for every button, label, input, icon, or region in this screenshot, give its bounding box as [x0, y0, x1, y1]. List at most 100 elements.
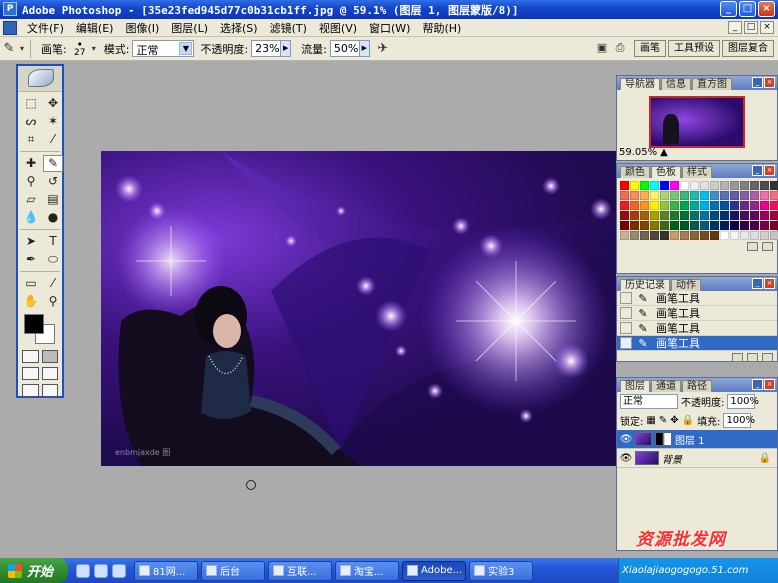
swatch-cell[interactable]	[630, 181, 639, 190]
swatch-cell[interactable]	[620, 231, 629, 240]
blur-tool-icon[interactable]: 💧	[21, 209, 41, 226]
tab-info[interactable]: 信息	[661, 78, 691, 90]
swatch-cell[interactable]	[750, 231, 759, 240]
swatch-cell[interactable]	[640, 181, 649, 190]
swatch-cell[interactable]	[640, 211, 649, 220]
panel-minimize-icon[interactable]: _	[752, 278, 763, 289]
swatch-cell[interactable]	[760, 191, 769, 200]
brush-tool-preset-icon[interactable]: ✎	[0, 40, 18, 58]
layer-opacity-field[interactable]: 100%	[727, 394, 759, 409]
swatch-cell[interactable]	[770, 191, 778, 200]
file-browser-icon[interactable]: ▣	[594, 40, 610, 56]
swatch-cell[interactable]	[770, 231, 778, 240]
eye-icon[interactable]: 👁	[619, 453, 633, 464]
swatch-cell[interactable]	[640, 201, 649, 210]
swatch-cell[interactable]	[740, 201, 749, 210]
navigator-zoom-value[interactable]: 59.05%	[619, 147, 657, 158]
swatch-cell[interactable]	[720, 211, 729, 220]
swatch-cell[interactable]	[710, 231, 719, 240]
swatch-cell[interactable]	[670, 221, 679, 230]
tab-navigator[interactable]: 导航器	[620, 78, 660, 90]
hand-tool-icon[interactable]: ✋	[21, 293, 41, 310]
close-button[interactable]: ×	[758, 1, 775, 17]
doc-close-button[interactable]: ×	[760, 21, 774, 34]
swatch-cell[interactable]	[700, 201, 709, 210]
layer-row[interactable]: 👁 图层 1	[617, 430, 777, 449]
menu-help[interactable]: 帮助(H)	[416, 20, 467, 36]
swatch-cell[interactable]	[660, 231, 669, 240]
brush-size-picker[interactable]: • 27	[70, 39, 90, 58]
taskbar-item-active[interactable]: Adobe...	[402, 560, 466, 581]
swatch-cell[interactable]	[670, 181, 679, 190]
panel-close-icon[interactable]: ×	[764, 278, 775, 289]
taskbar-item[interactable]: 互联...	[268, 560, 332, 581]
standard-mode-button[interactable]	[22, 350, 39, 363]
swatch-cell[interactable]	[740, 181, 749, 190]
swatch-cell[interactable]	[700, 211, 709, 220]
swatch-cell[interactable]	[720, 231, 729, 240]
lock-image-icon[interactable]: ✎	[659, 415, 667, 426]
menu-select[interactable]: 选择(S)	[214, 20, 264, 36]
delete-swatch-icon[interactable]	[762, 242, 773, 251]
swatch-cell[interactable]	[760, 201, 769, 210]
swatch-cell[interactable]	[750, 181, 759, 190]
swatch-cell[interactable]	[730, 181, 739, 190]
eyedropper-tool-icon[interactable]: ⁄	[43, 275, 63, 292]
swatch-cell[interactable]	[760, 221, 769, 230]
swatch-cell[interactable]	[690, 191, 699, 200]
path-selection-tool-icon[interactable]: ➤	[21, 233, 41, 250]
history-item-selected[interactable]: ✎ 画笔工具	[617, 336, 777, 351]
swatch-cell[interactable]	[690, 201, 699, 210]
screen-mode-black-button[interactable]	[22, 384, 39, 397]
swatch-cell[interactable]	[720, 201, 729, 210]
swatch-cell[interactable]	[650, 231, 659, 240]
magic-wand-tool-icon[interactable]: ✶	[43, 113, 63, 130]
swatch-cell[interactable]	[750, 221, 759, 230]
swatch-cell[interactable]	[650, 211, 659, 220]
screen-mode-standard-button[interactable]	[22, 367, 39, 380]
history-source-checkbox[interactable]	[620, 292, 632, 304]
tab-styles[interactable]: 样式	[682, 166, 712, 178]
swatch-cell[interactable]	[700, 231, 709, 240]
swatch-cell[interactable]	[660, 211, 669, 220]
tab-histogram[interactable]: 直方图	[692, 78, 732, 90]
swatch-cell[interactable]	[690, 221, 699, 230]
menu-layer[interactable]: 图层(L)	[165, 20, 214, 36]
panel-minimize-icon[interactable]: _	[752, 379, 763, 390]
gradient-tool-icon[interactable]: ▤	[43, 191, 63, 208]
new-snapshot-icon[interactable]	[747, 353, 758, 362]
well-tab-tool-presets[interactable]: 工具预设	[668, 40, 720, 57]
swatch-cell[interactable]	[650, 191, 659, 200]
panel-close-icon[interactable]: ×	[764, 379, 775, 390]
swatch-cell[interactable]	[680, 231, 689, 240]
swatch-cell[interactable]	[630, 201, 639, 210]
taskbar-item[interactable]: 淘宝...	[335, 560, 399, 581]
swatch-cell[interactable]	[710, 221, 719, 230]
swatch-cell[interactable]	[670, 201, 679, 210]
swatch-cell[interactable]	[670, 211, 679, 220]
swatch-cell[interactable]	[640, 231, 649, 240]
swatch-cell[interactable]	[740, 191, 749, 200]
tab-history[interactable]: 历史记录	[620, 279, 670, 291]
desktop-icon[interactable]	[94, 563, 108, 578]
tab-color[interactable]: 颜色	[620, 166, 650, 178]
pen-tool-icon[interactable]: ✒	[21, 251, 41, 268]
jump-to-imageready-button[interactable]	[41, 384, 58, 397]
flow-slider-button[interactable]: ▶	[359, 40, 370, 57]
swatch-cell[interactable]	[720, 181, 729, 190]
swatch-cell[interactable]	[760, 181, 769, 190]
history-item[interactable]: ✎ 画笔工具	[617, 291, 777, 306]
palette-well-icon[interactable]: ⎙	[612, 40, 628, 56]
new-swatch-icon[interactable]	[747, 242, 758, 251]
swatch-cell[interactable]	[770, 221, 778, 230]
swatch-cell[interactable]	[710, 201, 719, 210]
swatch-cell[interactable]	[700, 191, 709, 200]
swatch-cell[interactable]	[710, 191, 719, 200]
shape-tool-icon[interactable]: ⬭	[43, 251, 63, 268]
swatch-cell[interactable]	[630, 221, 639, 230]
menu-filter[interactable]: 滤镜(T)	[264, 20, 313, 36]
swatch-cell[interactable]	[650, 221, 659, 230]
taskbar-item[interactable]: 后台	[201, 560, 265, 581]
swatch-cell[interactable]	[720, 221, 729, 230]
swatch-cell[interactable]	[730, 191, 739, 200]
